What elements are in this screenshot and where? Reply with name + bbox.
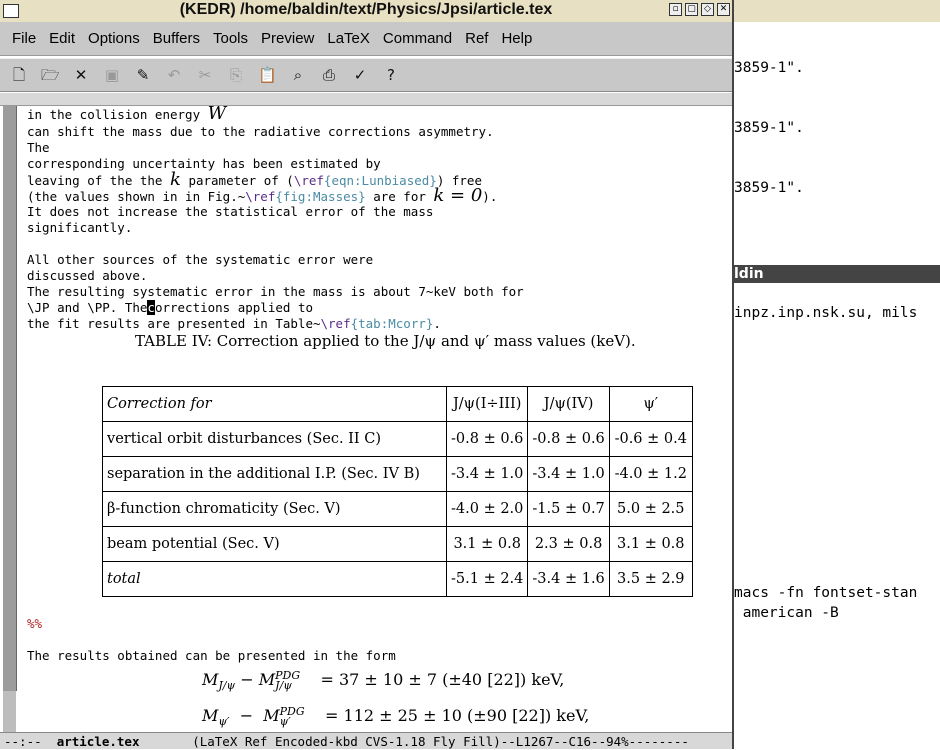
buffer-line: significantly. [27, 220, 133, 235]
table-cell: 3.1 ± 0.8 [608, 526, 693, 562]
table-cell: -1.5 ± 0.7 [527, 491, 610, 527]
buffer-line: in the collision energy W [27, 106, 227, 124]
scrollbar[interactable] [3, 106, 17, 732]
window-title: (KEDR) /home/baldin/text/Physics/Jpsi/ar… [179, 1, 553, 18]
table-row: separation in the additional I.P. (Sec. … [102, 456, 693, 492]
buffer-line: the fit results are presented in Table~\… [27, 316, 441, 331]
equation-jpsi: MJ/ψ − MPDG J/ψ = 37 ± 10 ± 7 (±40 [22]) … [202, 668, 565, 693]
modeline-modes: (LaTeX Ref Encoded-kbd CVS-1.18 Fly Fill… [192, 734, 689, 749]
table-cell: -0.6 ± 0.4 [608, 421, 693, 457]
table-total-row: total -5.1 ± 2.4 -3.4 ± 1.6 3.5 ± 2.9 [102, 561, 693, 597]
text-cursor: c [147, 300, 155, 315]
maximize-icon[interactable]: ▢ [685, 3, 698, 16]
buffer-line: \JP and \PP. Thecorrections applied to [27, 300, 313, 315]
menu-tools[interactable]: Tools [213, 30, 248, 47]
mode-line[interactable]: --:-- article.tex (LaTeX Ref Encoded-kbd… [0, 732, 732, 749]
menu-buffers[interactable]: Buffers [153, 30, 200, 47]
table-cell: -3.4 ± 1.0 [445, 456, 529, 492]
table-cell: β-function chromaticity (Sec. V) [102, 491, 447, 527]
menu-command[interactable]: Command [383, 30, 452, 47]
buffer-line: The [27, 140, 50, 155]
shade-icon[interactable]: ◇ [701, 3, 714, 16]
buffer-line: All other sources of the systematic erro… [27, 252, 374, 267]
search-icon[interactable]: ⌕ [289, 66, 307, 84]
comment-line: %% [27, 616, 43, 631]
table-cell: -4.0 ± 2.0 [445, 491, 529, 527]
table-cell: -4.0 ± 1.2 [608, 456, 693, 492]
table-cell: 5.0 ± 2.5 [608, 491, 693, 527]
table-cell: beam potential (Sec. V) [102, 526, 447, 562]
save-as-icon[interactable]: ✎ [134, 66, 152, 84]
table-header: Correction for [102, 386, 447, 422]
terminal-line: inpz.inp.nsk.su, mils [734, 305, 918, 321]
terminal-line: 3859-1". [734, 120, 804, 136]
terminal-line: 3859-1". [734, 180, 804, 196]
table-cell: 3.1 ± 0.8 [445, 526, 529, 562]
table-cell: -0.8 ± 0.6 [527, 421, 610, 457]
table-header: J/ψ(IV) [527, 386, 610, 422]
close-icon[interactable]: ✕ [72, 66, 90, 84]
table-cell: total [102, 561, 447, 597]
emacs-window: (KEDR) /home/baldin/text/Physics/Jpsi/ar… [0, 0, 734, 749]
buffer-line: corresponding uncertainty has been estim… [27, 156, 381, 171]
editor-buffer[interactable]: in the collision energy W can shift the … [27, 106, 727, 732]
close-window-icon[interactable]: ✕ [717, 3, 730, 16]
menu-preview[interactable]: Preview [261, 30, 314, 47]
scrollbar-thumb[interactable] [3, 106, 17, 691]
menu-help[interactable]: Help [501, 30, 532, 47]
terminal-line: american -B [734, 605, 839, 621]
undo-icon[interactable]: ↶ [165, 66, 183, 84]
buffer-line: discussed above. [27, 268, 148, 283]
minimize-icon[interactable]: ▫ [669, 3, 682, 16]
table-cell: -5.1 ± 2.4 [445, 561, 529, 597]
terminal-status-bar: ldin [734, 265, 940, 283]
customize-icon[interactable]: ✓ [351, 66, 369, 84]
help-icon[interactable]: ? [382, 66, 400, 84]
buffer-line: The results obtained can be presented in… [27, 648, 396, 663]
menu-edit[interactable]: Edit [49, 30, 75, 47]
new-file-icon[interactable]: 🗋 [10, 66, 28, 84]
copy-icon[interactable]: ⎘ [227, 66, 245, 84]
table-cell: 2.3 ± 0.8 [527, 526, 610, 562]
toolbar-separator [0, 93, 732, 106]
table-row: β-function chromaticity (Sec. V) -4.0 ± … [102, 491, 693, 527]
menu-latex[interactable]: LaTeX [327, 30, 370, 47]
buffer-line: can shift the mass due to the radiative … [27, 124, 494, 139]
title-bar[interactable]: (KEDR) /home/baldin/text/Physics/Jpsi/ar… [0, 0, 732, 23]
table-header: ψ′ [608, 386, 693, 422]
terminal-line: 3859-1". [734, 60, 804, 76]
correction-table: Correction for J/ψ(I÷III) J/ψ(IV) ψ′ ver… [102, 386, 693, 597]
table-cell: -3.4 ± 1.0 [527, 456, 610, 492]
table-caption: TABLE IV: Correction applied to the J/ψ … [135, 332, 636, 350]
terminal-line: macs -fn fontset-stan [734, 585, 918, 601]
tool-bar: 🗋 🗁 ✕ ▣ ✎ ↶ ✂ ⎘ 📋 ⌕ ⎙ ✓ ? [0, 58, 732, 92]
table-cell: vertical orbit disturbances (Sec. II C) [102, 421, 447, 457]
modeline-buffer-name: article.tex [56, 734, 140, 749]
equation-psiprime: Mψ′ − MPDG ψ′ = 112 ± 25 ± 10 (±90 [22]) … [202, 704, 590, 729]
table-header: J/ψ(I÷III) [445, 386, 529, 422]
menu-file[interactable]: File [12, 30, 36, 47]
table-row: vertical orbit disturbances (Sec. II C) … [102, 421, 693, 457]
buffer-line: The resulting systematic error in the ma… [27, 284, 524, 299]
menu-ref[interactable]: Ref [465, 30, 488, 47]
print-icon[interactable]: ⎙ [320, 66, 338, 84]
menu-options[interactable]: Options [88, 30, 140, 47]
table-cell: separation in the additional I.P. (Sec. … [102, 456, 447, 492]
cut-icon[interactable]: ✂ [196, 66, 214, 84]
background-terminal[interactable]: 3859-1". 3859-1". 3859-1". ldin inpz.inp… [734, 0, 940, 749]
table-row: beam potential (Sec. V) 3.1 ± 0.8 2.3 ± … [102, 526, 693, 562]
table-cell: -0.8 ± 0.6 [445, 421, 529, 457]
paste-icon[interactable]: 📋 [258, 66, 277, 84]
buffer-line: It does not increase the statistical err… [27, 204, 434, 219]
modeline-status: --:-- [4, 734, 42, 749]
save-icon[interactable]: ▣ [103, 66, 121, 84]
buffer-line: (the values shown in in Fig.~\ref{fig:Ma… [27, 185, 498, 206]
terminal-titlebar [734, 0, 940, 22]
table-cell: 3.5 ± 2.9 [608, 561, 693, 597]
table-cell: -3.4 ± 1.6 [527, 561, 610, 597]
open-folder-icon[interactable]: 🗁 [41, 66, 60, 84]
menu-bar: File Edit Options Buffers Tools Preview … [0, 22, 732, 56]
buffer-line: leaving of the the k parameter of (\ref{… [27, 169, 482, 190]
